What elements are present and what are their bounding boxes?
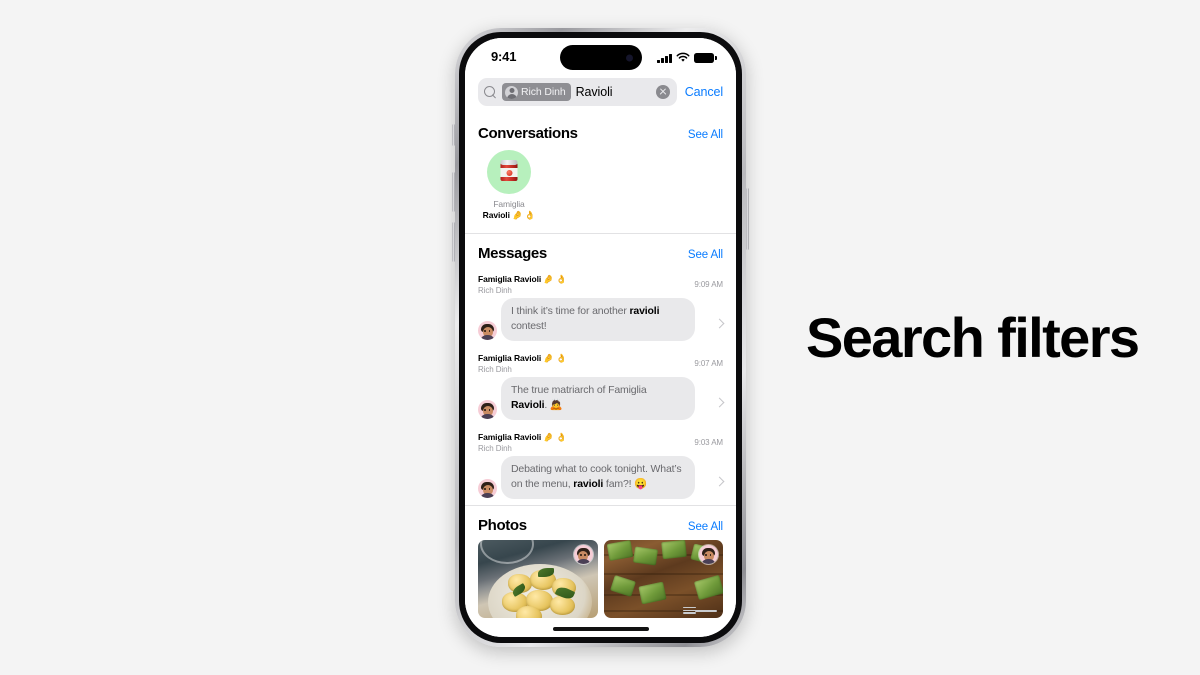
message-group-name: Famiglia Ravioli 🤌 👌 <box>478 353 567 363</box>
silent-switch[interactable] <box>452 124 455 146</box>
message-meta: Famiglia Ravioli 🤌 👌 Rich Dinh 9:09 AM <box>478 268 723 296</box>
memoji-avatar <box>478 321 497 340</box>
section-header-photos: Photos See All <box>465 506 736 540</box>
clear-icon[interactable] <box>655 85 670 99</box>
memoji-avatar <box>478 479 497 498</box>
front-camera-icon <box>625 54 633 61</box>
message-text-after: . 🙇 <box>544 399 563 411</box>
conversation-name-line1: Famiglia <box>493 199 525 209</box>
dynamic-island <box>559 45 642 70</box>
chevron-right-icon <box>714 397 725 408</box>
see-all-conversations-button[interactable]: See All <box>688 129 723 141</box>
wifi-icon <box>676 52 690 62</box>
canned-tomato-icon <box>500 160 518 184</box>
message-group-name: Famiglia Ravioli 🤌 👌 <box>478 432 567 442</box>
message-highlight: Ravioli <box>511 399 545 411</box>
message-highlight: ravioli <box>573 478 604 490</box>
message-text-after: fam?! 😛 <box>603 478 648 490</box>
avatar <box>487 150 531 194</box>
memoji-avatar <box>478 400 497 419</box>
battery-full-icon <box>694 53 717 63</box>
search-icon <box>484 85 497 99</box>
conversations-row: Famiglia Ravioli 🤌 👌 <box>465 148 736 233</box>
see-all-messages-button[interactable]: See All <box>688 249 723 261</box>
person-icon <box>505 85 518 99</box>
conversation-name: Famiglia Ravioli 🤌 👌 <box>478 199 540 221</box>
see-all-photos-button[interactable]: See All <box>688 521 723 533</box>
message-text-before: I think it’s time for another <box>511 305 630 317</box>
message-result[interactable]: Famiglia Ravioli 🤌 👌 Rich Dinh 9:07 AM T… <box>478 347 725 426</box>
iphone-device-frame: 9:41 Rich Dinh Ravioli Cancel Conversati… <box>452 28 749 647</box>
section-header-conversations: Conversations See All <box>465 114 736 148</box>
search-bar: Rich Dinh Ravioli Cancel <box>465 76 736 116</box>
phone-screen: 9:41 Rich Dinh Ravioli Cancel Conversati… <box>465 38 736 637</box>
message-result[interactable]: Famiglia Ravioli 🤌 👌 Rich Dinh 9:09 AM I… <box>478 268 725 347</box>
fork-decor <box>683 607 717 614</box>
message-timestamp: 9:09 AM <box>694 280 723 289</box>
status-bar-clock: 9:41 <box>491 49 517 64</box>
chevron-right-icon <box>714 318 725 329</box>
search-query-text: Ravioli <box>575 85 613 99</box>
message-result[interactable]: Famiglia Ravioli 🤌 👌 Rich Dinh 9:03 AM D… <box>478 426 725 505</box>
photos-row <box>465 540 736 618</box>
token-label: Rich Dinh <box>521 86 566 98</box>
search-filter-token-person[interactable]: Rich Dinh <box>502 83 571 101</box>
message-sender: Rich Dinh <box>478 365 512 374</box>
search-input[interactable]: Rich Dinh Ravioli <box>478 78 677 106</box>
photo-sender-badge <box>573 545 593 564</box>
conversation-name-line2: Ravioli 🤌 👌 <box>482 210 536 220</box>
list-item[interactable]: Famiglia Ravioli 🤌 👌 <box>478 150 540 221</box>
message-meta: Famiglia Ravioli 🤌 👌 Rich Dinh 9:07 AM <box>478 347 723 375</box>
section-title: Messages <box>478 245 547 262</box>
message-group-name: Famiglia Ravioli 🤌 👌 <box>478 274 567 284</box>
photo-result-green-ravioli[interactable] <box>603 540 723 618</box>
page-title: Search filters <box>806 306 1140 369</box>
message-highlight: ravioli <box>629 305 660 317</box>
glass-decor <box>480 540 534 564</box>
message-sender: Rich Dinh <box>478 444 512 453</box>
message-text-before: The true matriarch of Famiglia <box>511 384 647 396</box>
section-header-messages: Messages See All <box>465 234 736 268</box>
message-text-after: contest! <box>511 320 547 332</box>
power-button[interactable] <box>746 188 749 250</box>
message-bubble[interactable]: The true matriarch of Famiglia Ravioli. … <box>501 377 695 420</box>
chevron-right-icon <box>714 476 725 487</box>
search-results-list[interactable]: Conversations See All Famiglia Ravioli 🤌… <box>465 114 736 637</box>
device-bezel: 9:41 Rich Dinh Ravioli Cancel Conversati… <box>459 32 742 643</box>
cellular-bars-icon <box>657 53 672 63</box>
message-timestamp: 9:07 AM <box>694 359 723 368</box>
volume-up-button[interactable] <box>452 172 455 212</box>
cancel-button[interactable]: Cancel <box>685 85 723 99</box>
message-bubble[interactable]: Debating what to cook tonight. What’s on… <box>501 456 695 499</box>
message-timestamp: 9:03 AM <box>694 438 723 447</box>
section-title: Conversations <box>478 125 578 142</box>
section-title: Photos <box>478 517 527 534</box>
message-bubble[interactable]: I think it’s time for another ravioli co… <box>501 298 695 341</box>
volume-down-button[interactable] <box>452 222 455 262</box>
photo-result-tortellini[interactable] <box>478 540 598 618</box>
photo-sender-badge <box>699 545 718 564</box>
status-bar: 9:41 <box>465 38 736 76</box>
message-meta: Famiglia Ravioli 🤌 👌 Rich Dinh 9:03 AM <box>478 426 723 454</box>
messages-list: Famiglia Ravioli 🤌 👌 Rich Dinh 9:09 AM I… <box>465 268 736 505</box>
home-indicator[interactable] <box>552 627 649 631</box>
message-sender: Rich Dinh <box>478 286 512 295</box>
status-bar-icons <box>657 50 717 63</box>
